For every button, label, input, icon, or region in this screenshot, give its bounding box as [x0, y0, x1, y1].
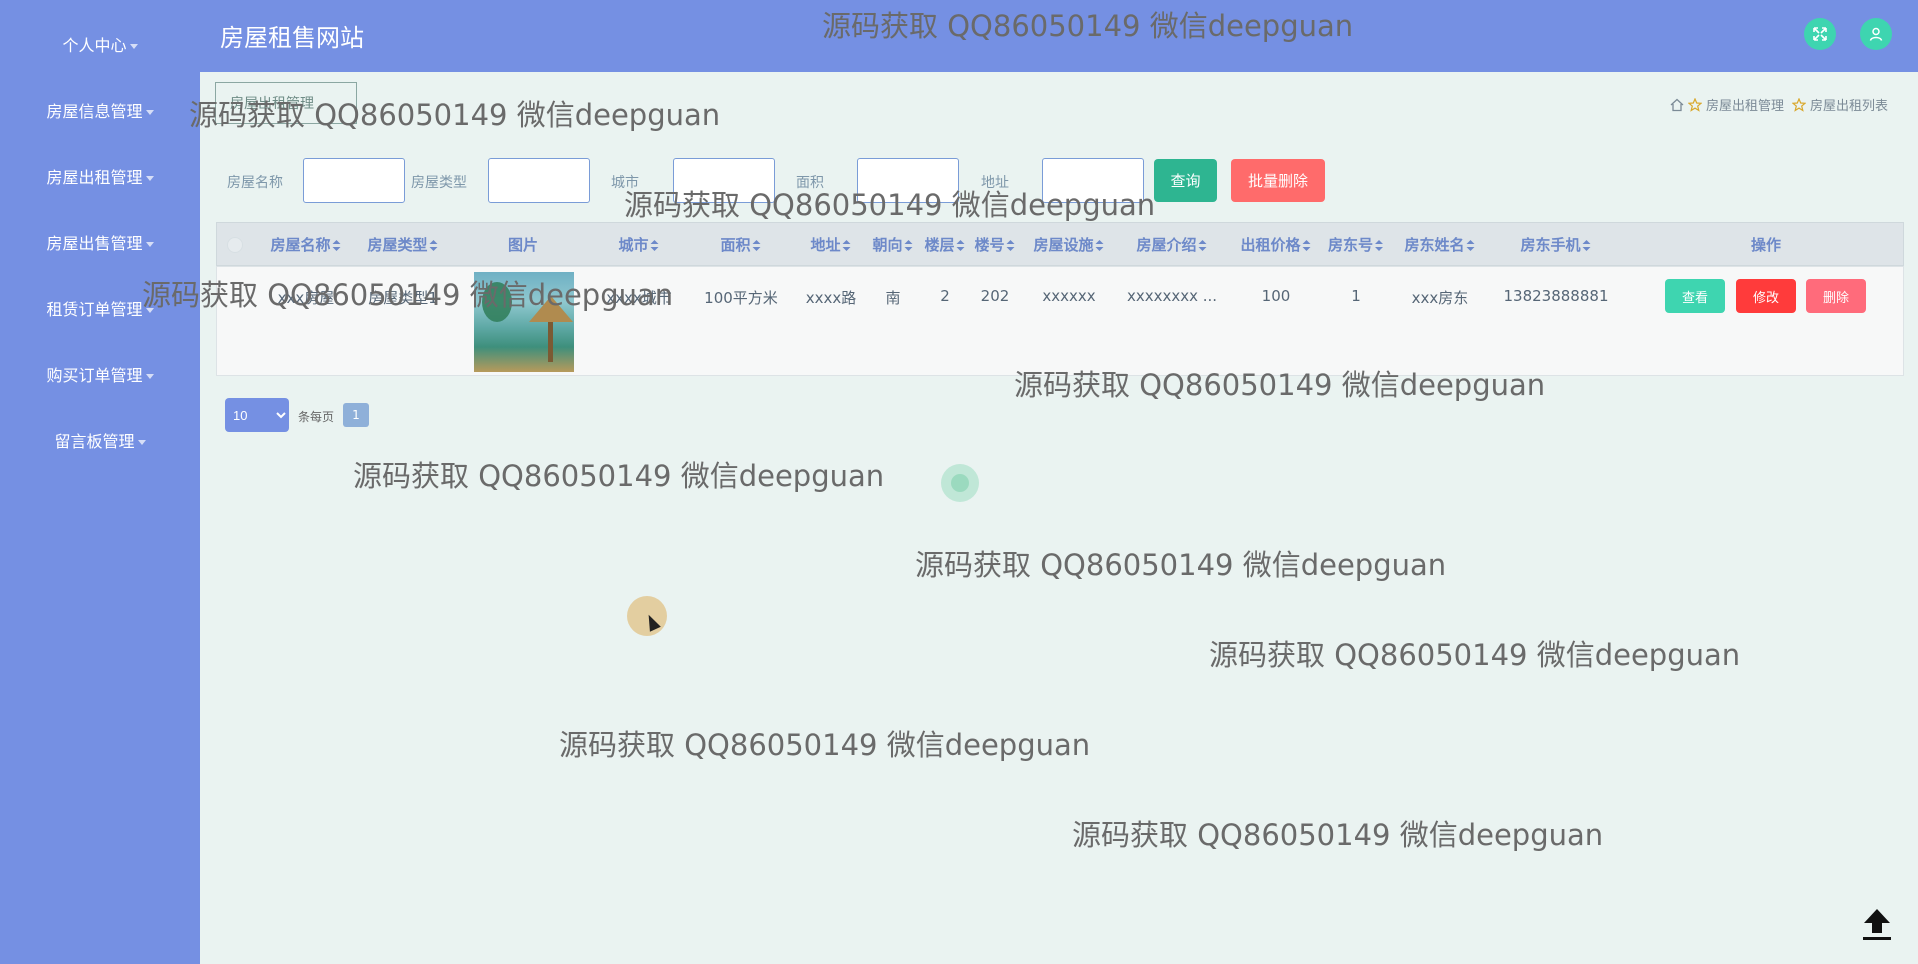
column-header[interactable]: 地址: [810, 223, 851, 267]
house-type-input[interactable]: [488, 158, 590, 203]
column-header[interactable]: 面积: [720, 223, 761, 267]
breadcrumb-item: 房屋出租列表: [1809, 99, 1888, 114]
sort-icon: [1198, 240, 1208, 251]
chevron-down-icon: [145, 242, 154, 247]
query-button[interactable]: 查询: [1154, 159, 1217, 202]
sidebar-item-message-board[interactable]: 留言板管理: [0, 422, 200, 462]
per-page-label: 条每页: [298, 410, 335, 424]
sort-icon: [1466, 240, 1476, 251]
cell-intro: xxxxxxxx ...: [1126, 287, 1218, 305]
breadcrumb-item[interactable]: 房屋出租管理: [1706, 95, 1784, 114]
click-indicator: [941, 464, 979, 502]
watermark-text: 源码获取 QQ86050149 微信deepguan: [1014, 368, 1546, 402]
chevron-down-icon: [145, 110, 154, 115]
column-header[interactable]: 房屋名称: [270, 223, 341, 267]
fullscreen-button[interactable]: [1804, 18, 1836, 50]
sidebar-item-sale[interactable]: 房屋出售管理: [0, 224, 200, 264]
column-header[interactable]: 房东姓名: [1404, 223, 1475, 267]
site-title: 房屋租售网站: [220, 24, 364, 52]
column-header[interactable]: 朝向: [872, 223, 913, 267]
column-header[interactable]: 房屋设施: [1033, 223, 1104, 267]
fullscreen-icon: [1813, 27, 1827, 41]
cell-landlord-name: xxx房东: [1411, 289, 1469, 307]
column-header[interactable]: 楼层: [924, 223, 965, 267]
cell-landlord-phone: 13823888881: [1503, 287, 1609, 305]
star-icon: [1791, 97, 1806, 112]
column-header[interactable]: 房屋介绍: [1136, 223, 1207, 267]
sort-icon: [752, 240, 762, 251]
column-header[interactable]: 房东号: [1328, 223, 1384, 267]
column-header[interactable]: 出租价格: [1240, 223, 1311, 267]
user-icon: [1869, 27, 1883, 41]
sidebar-item-label: 房屋出租管理: [46, 168, 143, 187]
sort-icon: [956, 240, 966, 251]
sidebar-item-label: 购买订单管理: [46, 366, 143, 385]
sidebar-item-label: 房屋出售管理: [46, 234, 143, 253]
home-icon: [1670, 98, 1684, 111]
edit-button[interactable]: 修改: [1736, 279, 1796, 313]
delete-button[interactable]: 删除: [1806, 279, 1866, 313]
sidebar-item-label: 留言板管理: [54, 432, 135, 451]
sidebar-item-house-info[interactable]: 房屋信息管理: [0, 92, 200, 132]
filter-label-name: 房屋名称: [227, 175, 283, 191]
back-to-top-button[interactable]: [1860, 906, 1894, 942]
cell-orientation: 南: [885, 289, 901, 307]
chevron-down-icon: [145, 374, 154, 379]
watermark-text: 源码获取 QQ86050149 微信deepguan: [1209, 638, 1741, 672]
chevron-down-icon: [129, 44, 138, 49]
cell-building: 202: [980, 287, 1010, 305]
sort-icon: [1375, 240, 1384, 251]
column-header[interactable]: 楼号: [974, 223, 1015, 267]
watermark-text: 源码获取 QQ86050149 微信deepguan: [142, 278, 674, 312]
chevron-down-icon: [145, 176, 154, 181]
sidebar: 个人中心 房屋信息管理 房屋出租管理 房屋出售管理 租赁订单管理 购买订单管理 …: [0, 0, 200, 964]
sort-icon: [842, 240, 852, 251]
column-header[interactable]: 房东手机: [1520, 223, 1591, 267]
cell-floor: 2: [940, 287, 950, 305]
sort-icon: [332, 240, 342, 251]
house-name-input[interactable]: [303, 158, 405, 203]
sidebar-item-rental[interactable]: 房屋出租管理: [0, 158, 200, 198]
column-header[interactable]: 房屋类型: [367, 223, 438, 267]
select-all-checkbox[interactable]: [227, 237, 243, 253]
sidebar-item-label: 租赁订单管理: [46, 300, 143, 319]
watermark-text: 源码获取 QQ86050149 微信deepguan: [822, 9, 1354, 43]
page-number-button[interactable]: 1: [343, 403, 369, 427]
table-header: 房屋名称 房屋类型 图片 城市 面积 地址 朝向 楼层 楼号 房屋设施 房屋介绍…: [216, 222, 1904, 266]
watermark-text: 源码获取 QQ86050149 微信deepguan: [624, 188, 1156, 222]
cell-price: 100: [1261, 287, 1291, 305]
sort-icon: [1302, 240, 1312, 251]
column-header: 操作: [1750, 236, 1782, 254]
filter-label-type: 房屋类型: [411, 175, 467, 191]
column-header[interactable]: 城市: [618, 223, 659, 267]
watermark-text: 源码获取 QQ86050149 微信deepguan: [1072, 818, 1604, 852]
sidebar-item-label: 房屋信息管理: [46, 102, 143, 121]
view-button[interactable]: 查看: [1665, 279, 1725, 313]
cell-address: xxxx路: [805, 289, 857, 307]
chevron-down-icon: [137, 440, 146, 445]
sort-icon: [1095, 240, 1105, 251]
watermark-text: 源码获取 QQ86050149 微信deepguan: [559, 728, 1091, 762]
page-size-select[interactable]: 10: [225, 398, 289, 432]
sort-icon: [1582, 240, 1592, 251]
sort-icon: [650, 240, 660, 251]
breadcrumb: 房屋出租管理 房屋出租列表: [1670, 95, 1888, 114]
sidebar-item-purchase-orders[interactable]: 购买订单管理: [0, 356, 200, 396]
cell-area: 100平方米: [704, 289, 778, 307]
column-header: 图片: [507, 236, 539, 254]
upload-arrow-icon: [1863, 909, 1891, 940]
cell-facilities: xxxxxx: [1042, 287, 1096, 305]
cell-landlord-no: 1: [1351, 287, 1361, 305]
watermark-text: 源码获取 QQ86050149 微信deepguan: [189, 98, 721, 132]
sort-icon: [904, 240, 914, 251]
batch-delete-button[interactable]: 批量删除: [1231, 159, 1325, 202]
star-icon: [1687, 97, 1702, 112]
sort-icon: [1006, 240, 1016, 251]
user-button[interactable]: [1860, 18, 1892, 50]
sidebar-item-personal-center[interactable]: 个人中心: [0, 26, 200, 66]
sidebar-item-label: 个人中心: [62, 36, 127, 55]
watermark-text: 源码获取 QQ86050149 微信deepguan: [915, 548, 1447, 582]
watermark-text: 源码获取 QQ86050149 微信deepguan: [353, 459, 885, 493]
sort-icon: [429, 240, 439, 251]
